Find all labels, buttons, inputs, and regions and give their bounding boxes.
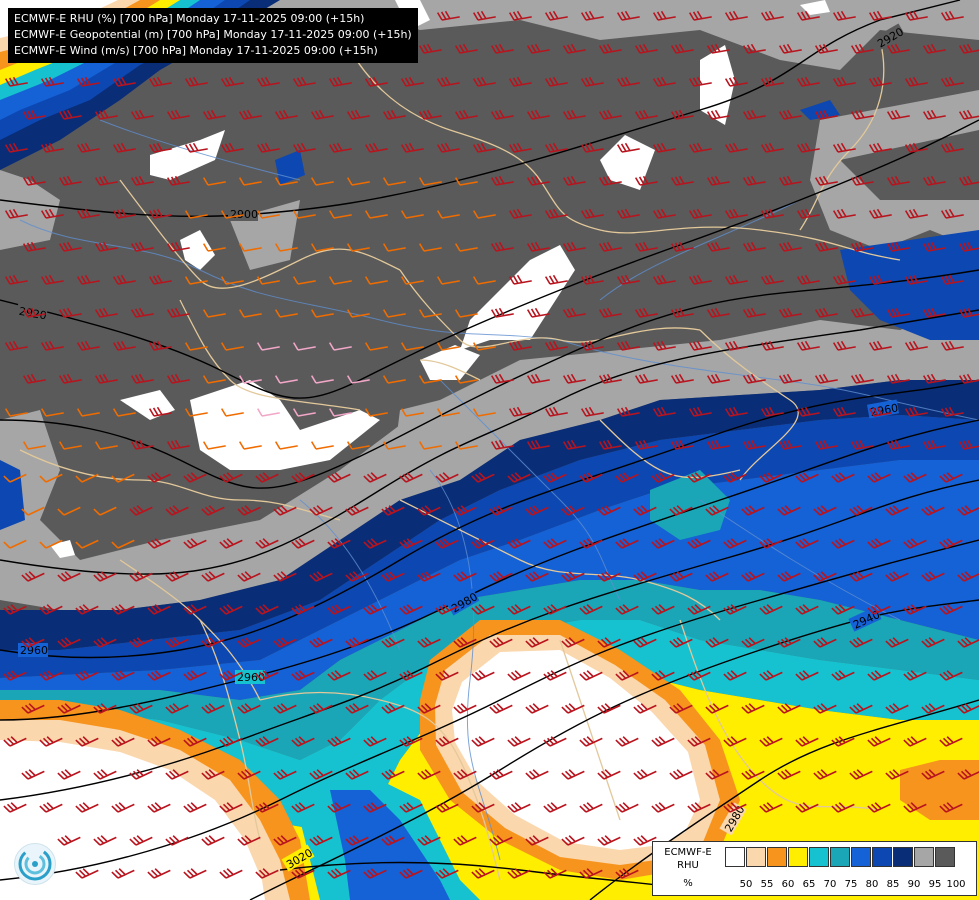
weather-map: 2920 2900 2920 2960 2980 2940 2960 2960 … [0,0,979,900]
legend-swatch [746,847,766,867]
legend-swatch [809,847,829,867]
legend-title: ECMWF-E RHU [655,846,721,872]
ecmwf-logo-icon [14,843,56,885]
contour-label: 2960 [20,644,48,657]
title-geopotential: ECMWF-E Geopotential (m) [700 hPa] Monda… [14,28,412,41]
title-rhu: ECMWF-E RHU (%) [700 hPa] Monday 17-11-2… [14,12,365,25]
legend-title-line2: RHU [677,860,699,871]
legend-title-line1: ECMWF-E [664,847,712,858]
legend-swatch [914,847,934,867]
map-title-box: ECMWF-E RHU (%) [700 hPa] Monday 17-11-2… [8,8,418,63]
legend-tick-label: 100 [946,879,966,890]
contour-label: 2900 [230,208,258,221]
legend-swatch [767,847,787,867]
color-legend: ECMWF-E RHU % 50 55 60 65 70 75 80 85 90 95 100 [652,841,977,896]
legend-swatch [830,847,850,867]
legend-unit: % [683,878,693,889]
legend-swatch [893,847,913,867]
legend-swatch [872,847,892,867]
legend-swatch [725,847,745,867]
legend-swatch [788,847,808,867]
title-wind: ECMWF-E Wind (m/s) [700 hPa] Monday 17-1… [14,44,378,57]
legend-swatch [851,847,871,867]
legend-swatch [935,847,955,867]
